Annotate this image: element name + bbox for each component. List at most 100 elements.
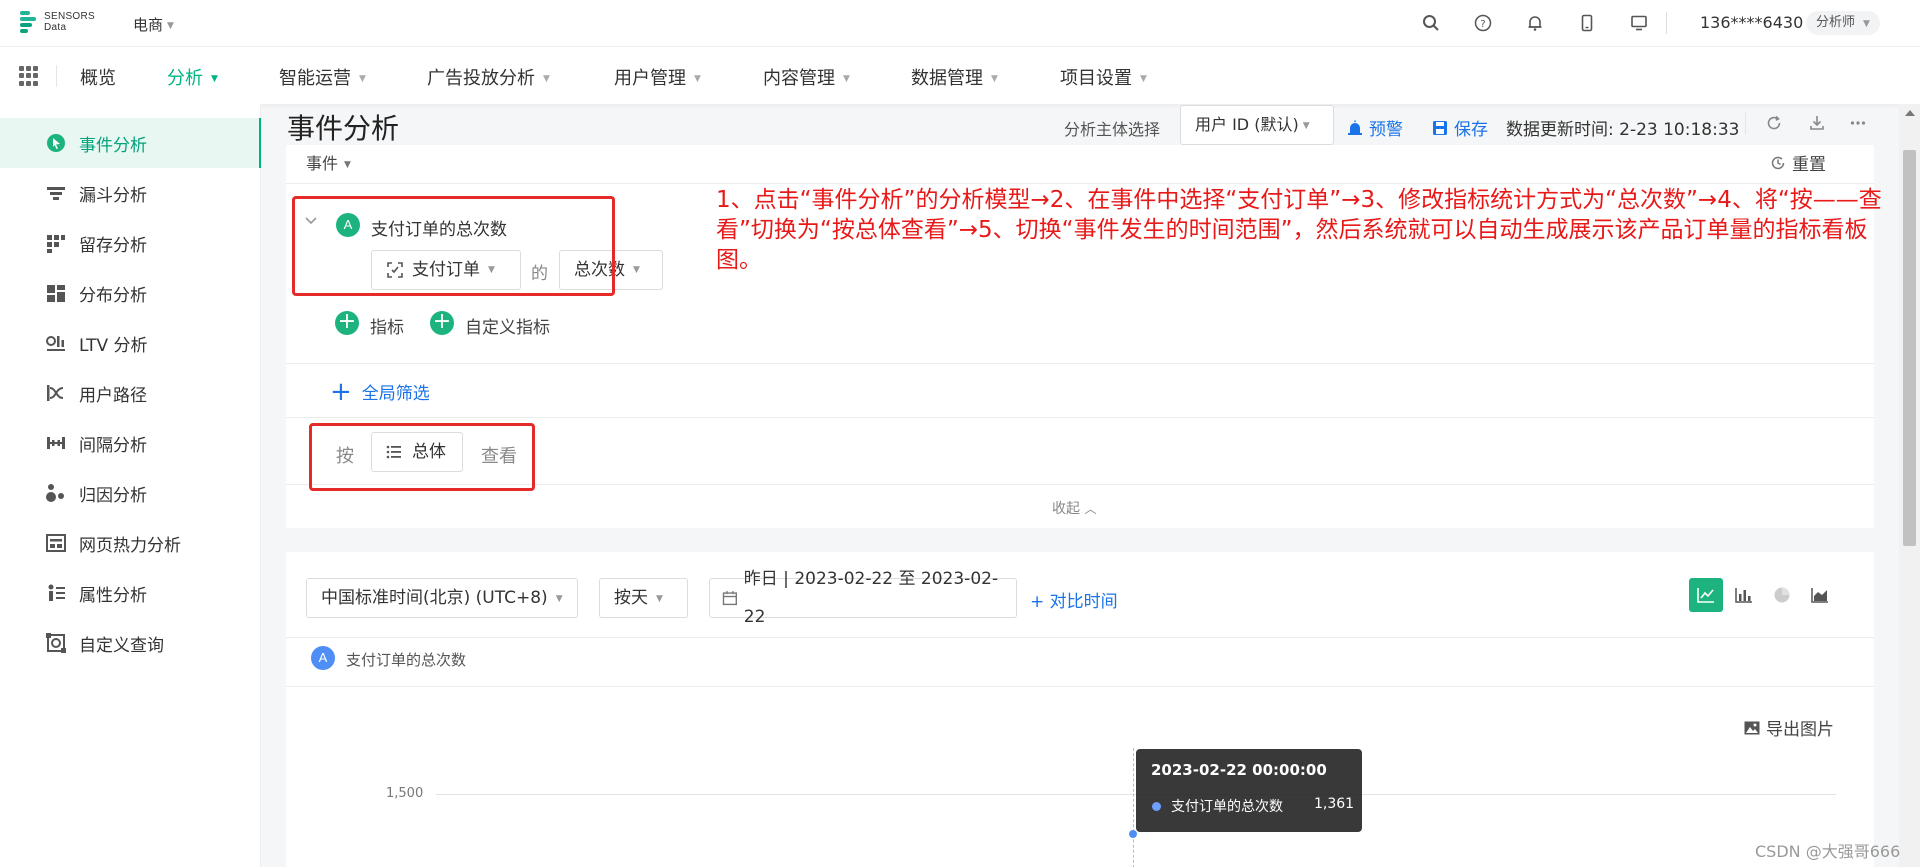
sidebar-item-attribute[interactable]: 属性分析 xyxy=(0,568,261,618)
data-point[interactable] xyxy=(1129,830,1137,838)
area-chart-icon[interactable] xyxy=(1803,578,1837,612)
mobile-icon[interactable] xyxy=(1576,12,1598,34)
collapse-button[interactable]: 收起 ︿ xyxy=(1052,498,1096,518)
granularity-select[interactable]: 按天 ▼ xyxy=(599,578,688,618)
sidebar-item-label: 属性分析 xyxy=(79,585,147,606)
compare-time-button[interactable]: + 对比时间 xyxy=(1030,587,1118,612)
alarm-icon xyxy=(1348,120,1362,135)
annotation-box-group xyxy=(309,423,535,491)
role-selector[interactable]: 分析师 ▼ xyxy=(1806,11,1880,35)
nav-item-data-mgmt[interactable]: 数据管理 ▼ xyxy=(911,64,998,90)
apps-grid-icon[interactable] xyxy=(19,66,39,86)
project-name: 电商 xyxy=(133,16,164,34)
sidebar-item-attribution[interactable]: 归因分析 xyxy=(0,468,261,518)
export-image-button[interactable]: 导出图片 xyxy=(1744,715,1834,740)
sidebar-item-label: LTV 分析 xyxy=(79,335,148,356)
global-filter-button[interactable]: + 全局筛选 xyxy=(330,376,430,407)
top-bar: SENSORS Data 电商 ▼ ? 136****6430 分析师 ▼ xyxy=(0,0,1920,46)
sidebar-item-distribution[interactable]: 分布分析 xyxy=(0,268,261,318)
analysis-sidebar: 事件分析 漏斗分析 留存分析 分布分析 LTV 分析 用户路径 间隔分析 归因分… xyxy=(0,104,261,867)
pie-chart-icon[interactable] xyxy=(1765,578,1799,612)
alert-button[interactable]: 预警 xyxy=(1347,115,1403,140)
add-metric-icon[interactable]: + xyxy=(335,311,359,335)
save-label: 保存 xyxy=(1454,120,1488,140)
more-icon[interactable] xyxy=(1847,112,1869,134)
heatmap-icon xyxy=(45,532,67,554)
page-title: 事件分析 xyxy=(287,112,400,145)
logo-text-line1: SENSORS xyxy=(44,11,96,22)
refresh-icon[interactable] xyxy=(1763,112,1785,134)
sidebar-item-event-analysis[interactable]: 事件分析 xyxy=(0,118,261,168)
sidebar-item-user-path[interactable]: 用户路径 xyxy=(0,368,261,418)
y-axis-tick: 1,500 xyxy=(386,786,424,801)
page-scrollbar[interactable] xyxy=(1899,104,1920,867)
caret-down-icon: ▼ xyxy=(633,265,640,275)
project-switcher[interactable]: 电商 ▼ xyxy=(133,14,174,35)
sensors-data-logo[interactable]: SENSORS Data xyxy=(18,9,95,35)
event-section-toggle[interactable]: 事件 ▼ xyxy=(306,150,351,174)
divider xyxy=(286,363,1874,364)
add-metric-button[interactable]: 指标 xyxy=(370,313,404,338)
export-label: 导出图片 xyxy=(1766,720,1834,740)
subject-select[interactable]: 用户 ID (默认) ▼ xyxy=(1180,105,1334,145)
subject-label: 分析主体选择 xyxy=(1064,120,1161,139)
nav-item-user-mgmt[interactable]: 用户管理 ▼ xyxy=(614,64,701,90)
sidebar-item-custom-query[interactable]: 自定义查询 xyxy=(0,618,261,668)
divider xyxy=(286,637,1874,638)
legend-label[interactable]: 支付订单的总次数 xyxy=(346,649,466,670)
sidebar-item-heatmap[interactable]: 网页热力分析 xyxy=(0,518,261,568)
sidebar-item-funnel[interactable]: 漏斗分析 xyxy=(0,168,261,218)
logo-mark-icon xyxy=(18,9,38,35)
sidebar-item-label: 事件分析 xyxy=(79,135,147,156)
divider xyxy=(286,686,1874,687)
nav-item-smart-ops[interactable]: 智能运营 ▼ xyxy=(279,64,366,90)
custom-query-icon xyxy=(45,632,67,654)
timezone-select[interactable]: 中国标准时间(北京) (UTC+8) ▼ xyxy=(306,578,578,618)
sidebar-item-label: 间隔分析 xyxy=(79,435,147,456)
scroll-up-arrow-icon[interactable] xyxy=(1905,110,1915,116)
annotation-box-metric xyxy=(292,196,615,296)
nav-item-project-settings[interactable]: 项目设置 ▼ xyxy=(1060,64,1147,90)
sidebar-item-label: 自定义查询 xyxy=(79,635,164,656)
date-range-value: 昨日 | 2023-02-22 至 2023-02-22 xyxy=(743,569,999,627)
sidebar-item-label: 漏斗分析 xyxy=(79,185,147,206)
nav-item-overview[interactable]: 概览 xyxy=(80,64,116,90)
svg-text:?: ? xyxy=(1480,19,1485,30)
date-range-picker[interactable]: 昨日 | 2023-02-22 至 2023-02-22 xyxy=(709,569,1017,627)
sidebar-item-retention[interactable]: 留存分析 xyxy=(0,218,261,268)
sidebar-item-ltv[interactable]: LTV 分析 xyxy=(0,318,261,368)
line-chart-icon[interactable] xyxy=(1689,578,1723,612)
reset-button[interactable]: 重置 xyxy=(1770,150,1826,175)
event-analysis-icon xyxy=(45,132,67,154)
caret-down-icon: ▼ xyxy=(344,160,351,170)
save-button[interactable]: 保存 xyxy=(1432,115,1488,140)
nav-item-ad-analysis[interactable]: 广告投放分析 ▼ xyxy=(427,64,550,90)
legend-badge: A xyxy=(311,646,335,670)
user-account[interactable]: 136****6430 xyxy=(1700,13,1803,32)
sidebar-item-label: 留存分析 xyxy=(79,235,147,256)
search-icon[interactable] xyxy=(1420,12,1442,34)
bell-icon[interactable] xyxy=(1524,12,1546,34)
sidebar-item-interval[interactable]: 间隔分析 xyxy=(0,418,261,468)
caret-down-icon: ▼ xyxy=(656,594,663,604)
plus-icon: + xyxy=(330,376,352,407)
attribution-icon xyxy=(45,482,67,504)
nav-item-analysis[interactable]: 分析 ▼ xyxy=(167,64,218,90)
ltv-icon xyxy=(45,332,67,354)
divider xyxy=(286,183,1874,184)
reset-label: 重置 xyxy=(1792,155,1826,175)
timezone-value: 中国标准时间(北京) (UTC+8) xyxy=(321,588,548,608)
chart-tooltip: 2023-02-22 00:00:00 支付订单的总次数 1,361 xyxy=(1136,749,1362,832)
granularity-value: 按天 xyxy=(614,588,648,608)
download-icon[interactable] xyxy=(1806,112,1828,134)
scroll-thumb[interactable] xyxy=(1903,150,1916,546)
help-icon[interactable]: ? xyxy=(1472,12,1494,34)
add-custom-metric-icon[interactable]: + xyxy=(430,311,454,335)
chevron-down-icon: ▼ xyxy=(543,74,550,84)
add-custom-metric-button[interactable]: 自定义指标 xyxy=(465,313,550,338)
nav-item-content-mgmt[interactable]: 内容管理 ▼ xyxy=(763,64,850,90)
save-icon xyxy=(1433,120,1447,135)
watermark: CSDN @大强哥666 xyxy=(1755,842,1901,861)
bar-chart-icon[interactable] xyxy=(1727,578,1761,612)
monitor-icon[interactable] xyxy=(1628,12,1650,34)
